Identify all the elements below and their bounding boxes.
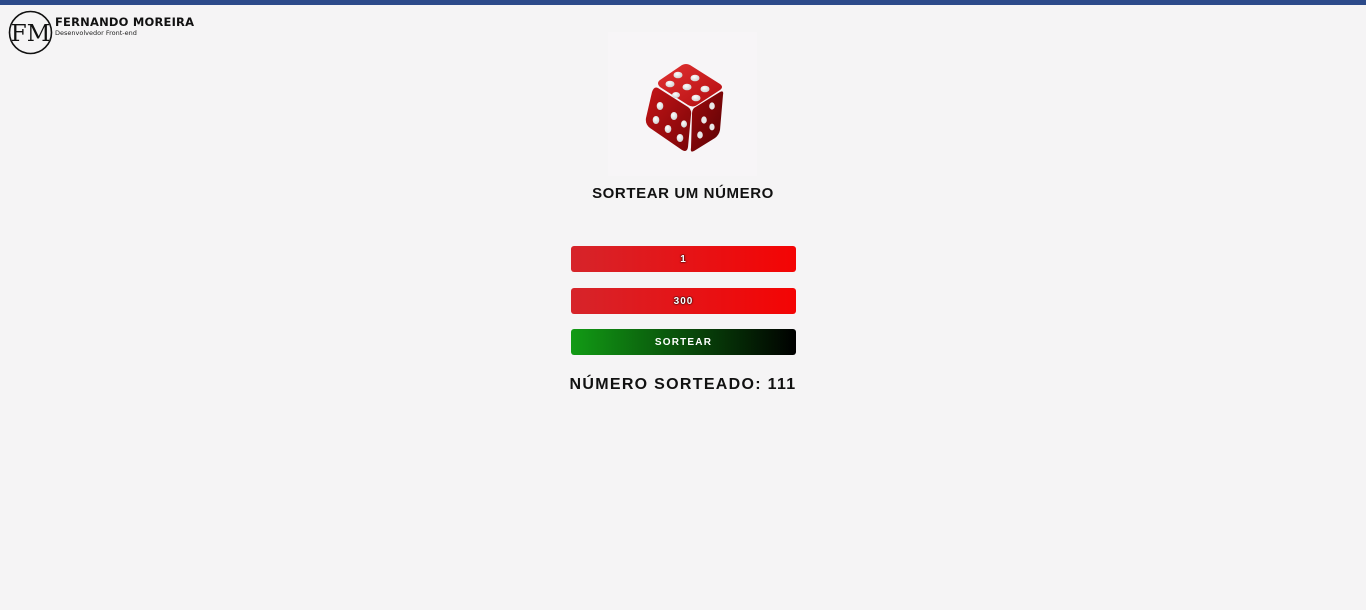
min-number-input[interactable] [571,246,796,272]
draw-button[interactable]: SORTEAR [571,329,796,355]
top-accent-bar [0,0,1366,5]
brand-name: FERNANDO MOREIRA [55,14,195,29]
page-title: SORTEAR UM NÚMERO [592,185,774,202]
result-label: NÚMERO SORTEADO: [569,376,762,393]
logo-letters: FM [11,21,51,47]
red-dice-icon [608,32,757,176]
brand-role: Desenvolvedor Front-end [55,28,137,37]
brand-header: FM FERNANDO MOREIRA Desenvolvedor Front-… [8,10,194,55]
result-text: NÚMERO SORTEADO: 111 [0,376,1366,394]
result-value: 111 [767,376,797,393]
fm-monogram-logo: FM [8,10,53,55]
max-number-input[interactable] [571,288,796,314]
